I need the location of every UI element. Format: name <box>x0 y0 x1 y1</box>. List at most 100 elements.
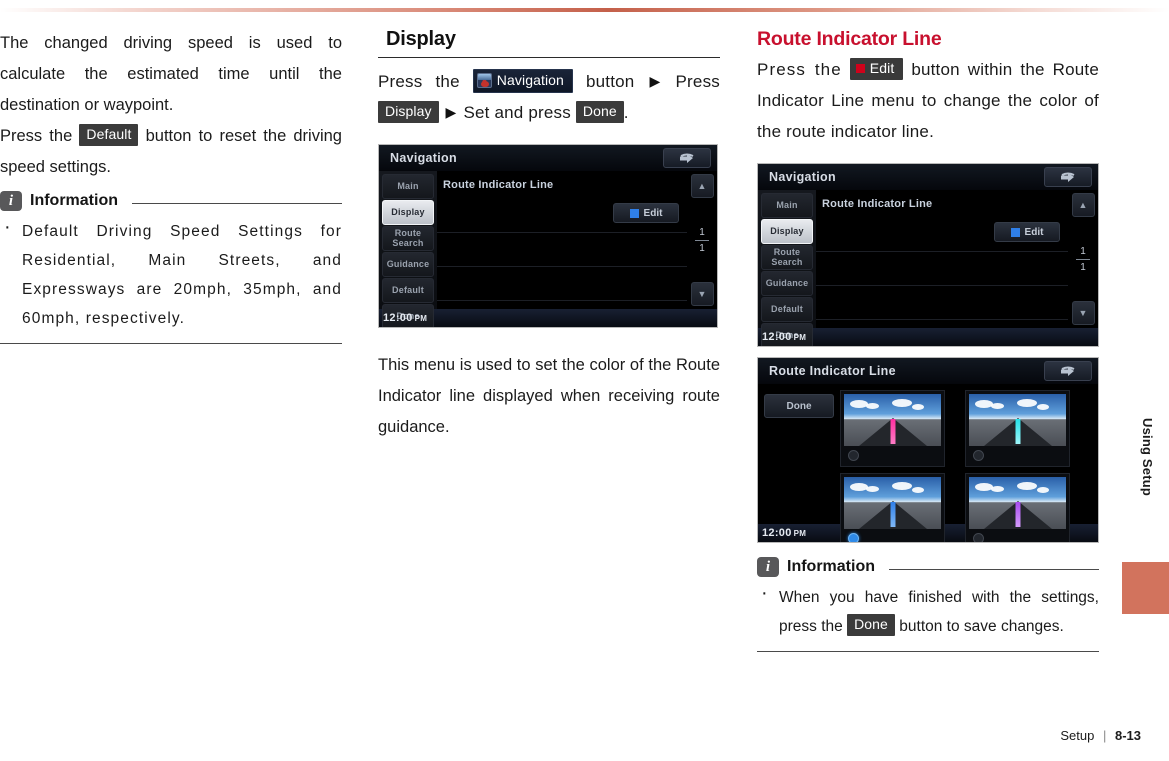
footer-separator: | <box>1102 728 1107 743</box>
chip-display-button[interactable]: Display <box>378 101 439 123</box>
chevron-down-icon[interactable]: ▼ <box>1071 301 1095 325</box>
paragraph-driving-speed: The changed driving speed is used to cal… <box>0 34 342 114</box>
color-option-magenta[interactable] <box>840 390 945 467</box>
sidebar-item-route-search[interactable]: Route Search <box>761 245 813 270</box>
cloud-icon <box>991 403 1004 409</box>
device-title: Navigation <box>769 170 836 184</box>
information-item: Default Driving Speed Settings for Resid… <box>0 213 342 333</box>
page-indicator: 1 1 <box>695 227 709 254</box>
chip-done-button[interactable]: Done <box>575 101 624 123</box>
manual-page: The changed driving speed is used to cal… <box>0 0 1169 761</box>
device-clock: 12:00 PM <box>758 331 806 343</box>
device-scrollbar[interactable]: ▲ 1 1 ▼ <box>687 171 717 309</box>
information-box-right: i Information When you have finished wit… <box>757 557 1099 652</box>
edit-button-label: Edit <box>643 207 663 219</box>
page-footer: Setup | 8-13 <box>1060 728 1141 743</box>
text-set-and-press: Set and press <box>463 103 571 122</box>
device-list-title: Route Indicator Line <box>822 198 933 210</box>
device-title: Route Indicator Line <box>769 364 896 378</box>
back-arrow-icon[interactable] <box>1044 167 1092 187</box>
navigation-globe-icon <box>476 73 492 88</box>
sidebar-item-display[interactable]: Display <box>382 200 434 225</box>
column-left: The changed driving speed is used to cal… <box>0 28 342 344</box>
route-line-blue <box>890 502 895 527</box>
device-list-row[interactable] <box>437 267 687 301</box>
back-arrow-icon[interactable] <box>663 148 711 168</box>
sidebar-item-guidance[interactable]: Guidance <box>382 252 434 277</box>
information-header: i Information <box>757 557 1099 577</box>
cloud-icon <box>991 486 1004 492</box>
sidebar-item-main[interactable]: Main <box>382 174 434 199</box>
paragraph-display-path: Press the Navigation button ▶ Press Disp… <box>378 66 720 128</box>
screenshot-navigation-display: Navigation Main Display Route Search Gui… <box>378 144 718 328</box>
chevron-down-icon[interactable]: ▼ <box>690 282 714 306</box>
text-press-word: Press <box>675 72 720 91</box>
clock-ampm: PM <box>793 333 807 342</box>
page-indicator-divider <box>695 239 709 241</box>
information-divider <box>132 202 342 204</box>
paragraph-edit-instruction: Press the Edit button within the Route I… <box>757 54 1099 147</box>
edit-button[interactable]: Edit <box>613 203 679 223</box>
device-clock: 12:00 PM <box>379 312 427 324</box>
device-main-panel: Route Indicator Line Edit <box>437 171 687 309</box>
radio-purple[interactable] <box>973 533 984 542</box>
clock-time: 12:00 <box>383 312 413 324</box>
sidebar-item-display[interactable]: Display <box>761 219 813 244</box>
radio-blue-selected[interactable] <box>848 533 859 542</box>
column-middle: Display Press the Navigation button ▶ Pr… <box>378 28 720 443</box>
page-indicator: 1 1 <box>1076 246 1090 273</box>
color-option-blue[interactable] <box>840 473 945 542</box>
paragraph-menu-description: This menu is used to set the color of th… <box>378 356 720 436</box>
color-picker-body: Done <box>758 384 1098 542</box>
information-list-right: When you have finished with the settings… <box>757 579 1099 641</box>
cloud-icon <box>1037 404 1049 410</box>
route-line-magenta <box>890 419 895 444</box>
text-press-the: Press the <box>757 60 842 79</box>
radio-cyan[interactable] <box>973 450 984 461</box>
back-arrow-icon[interactable] <box>1044 361 1092 381</box>
device-list-row[interactable]: Edit <box>816 218 1068 252</box>
side-tab-marker <box>1122 562 1169 614</box>
route-line-purple <box>1015 502 1020 527</box>
chip-default-button[interactable]: Default <box>79 124 139 146</box>
sidebar-item-default[interactable]: Default <box>382 278 434 303</box>
sidebar-item-default[interactable]: Default <box>761 297 813 322</box>
device-list-row[interactable] <box>816 286 1068 320</box>
done-button[interactable]: Done <box>764 394 834 418</box>
page-indicator-divider <box>1076 258 1090 260</box>
device-body: Main Display Route Search Guidance Defau… <box>379 171 717 327</box>
information-list-left: Default Driving Speed Settings for Resid… <box>0 213 342 333</box>
cloud-icon <box>912 404 924 410</box>
device-list-row[interactable] <box>816 252 1068 286</box>
sidebar-item-main[interactable]: Main <box>761 193 813 218</box>
chip-edit-button[interactable]: Edit <box>849 58 904 80</box>
information-box-left: i Information Default Driving Speed Sett… <box>0 191 342 344</box>
chip-done-button[interactable]: Done <box>847 614 895 636</box>
information-icon: i <box>757 557 779 577</box>
device-sidebar: Main Display Route Search Guidance Defau… <box>758 190 816 346</box>
sidebar-item-route-search[interactable]: Route Search <box>382 226 434 251</box>
chevron-up-icon[interactable]: ▲ <box>690 174 714 198</box>
device-list-row[interactable] <box>437 233 687 267</box>
back-arrow-glyph <box>1061 172 1075 182</box>
device-scrollbar[interactable]: ▲ 1 1 ▼ <box>1068 190 1098 328</box>
device-body: Main Display Route Search Guidance Defau… <box>758 190 1098 346</box>
information-title: Information <box>30 192 118 209</box>
color-option-purple[interactable] <box>965 473 1070 542</box>
device-list-row[interactable]: Edit <box>437 199 687 233</box>
cloud-icon <box>1037 487 1049 493</box>
red-swatch-icon <box>855 64 865 73</box>
cloud-icon <box>1017 399 1037 407</box>
color-option-cyan[interactable] <box>965 390 1070 467</box>
device-title: Navigation <box>390 151 457 165</box>
text-button-word: button <box>585 72 635 91</box>
chip-navigation-button[interactable]: Navigation <box>472 69 573 93</box>
road-preview-image <box>844 394 941 446</box>
edit-button[interactable]: Edit <box>994 222 1060 242</box>
cloud-icon <box>1017 482 1037 490</box>
chevron-up-icon[interactable]: ▲ <box>1071 193 1095 217</box>
screenshot-color-picker: Route Indicator Line Done 12:00 PM <box>757 357 1099 543</box>
sidebar-item-guidance[interactable]: Guidance <box>761 271 813 296</box>
radio-magenta[interactable] <box>848 450 859 461</box>
step-arrow-icon-2: ▶ <box>445 104 457 120</box>
